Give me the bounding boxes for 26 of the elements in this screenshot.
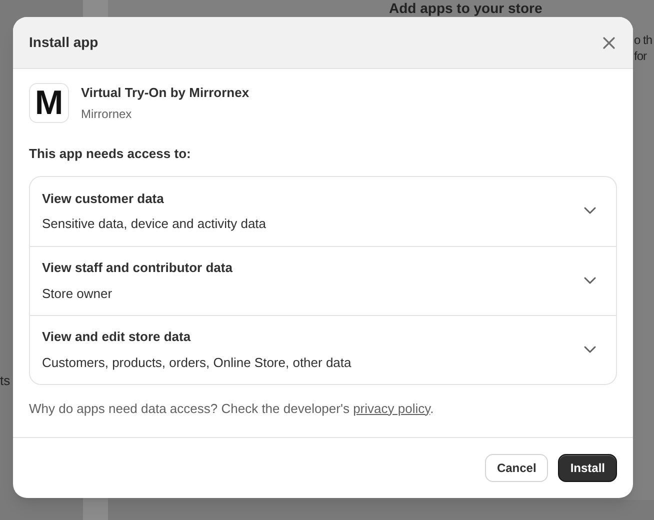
app-name: Virtual Try-On by Mirrornex: [81, 84, 250, 102]
permission-detail: Customers, products, orders, Online Store, other data: [42, 354, 352, 372]
cancel-button[interactable]: Cancel: [484, 454, 548, 482]
close-icon[interactable]: [601, 34, 617, 50]
permission-detail: Sensitive data, device and activity data: [42, 215, 266, 233]
page-text: ts: [0, 372, 10, 390]
data-access-note: Why do apps need data access? Check the developer's privacy policy.: [29, 400, 435, 418]
chevron-icon: [584, 276, 596, 284]
page-text: o th: [634, 32, 652, 49]
dialog-title: Install app: [29, 33, 98, 52]
permission-row[interactable]: View customer data Sensitive data, device and activity data: [30, 176, 616, 246]
permission-row[interactable]: View staff and contributor data Store owner: [30, 246, 616, 314]
permission-detail: Store owner: [42, 284, 114, 302]
permission-row[interactable]: View and edit store data Customers, products, orders, Online Store, other data: [30, 314, 616, 384]
app-logo: M: [29, 83, 69, 123]
chevron-icon: [584, 207, 596, 215]
page-text: for: [634, 48, 647, 65]
permission-title: View and edit store data: [42, 328, 192, 346]
install-button[interactable]: Install: [558, 454, 617, 482]
permission-title: View customer data: [42, 190, 165, 208]
privacy-policy-link[interactable]: privacy policy: [353, 400, 430, 416]
app-developer: Mirrornex: [81, 106, 133, 123]
chevron-icon: [584, 346, 596, 354]
access-heading: This app needs access to:: [29, 145, 192, 163]
permission-title: View staff and contributor data: [42, 259, 232, 277]
page-heading: Add apps to your store: [389, 0, 542, 16]
